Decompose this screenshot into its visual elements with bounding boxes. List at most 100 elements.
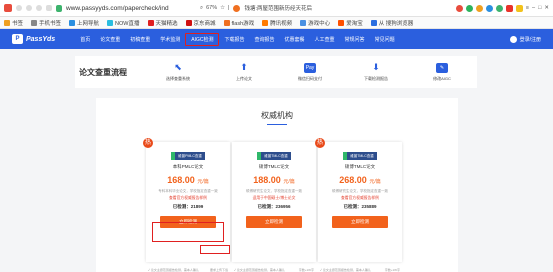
bookmark-icon [31, 19, 38, 26]
nav-item[interactable]: 学术监测 [155, 34, 185, 45]
title-underline [267, 124, 287, 125]
close-icon[interactable]: ✕ [544, 5, 549, 11]
browser-logo-icon [4, 4, 12, 12]
check-now-button[interactable]: 立即检测 [332, 216, 388, 228]
step-icon: ⬉ [174, 62, 182, 72]
nav-item[interactable]: 初稿查重 [125, 34, 155, 45]
forward-icon[interactable] [26, 5, 32, 11]
pricing-card: 热维普PMLC查重 本科PMLC论文 168.00 元/篇 专科本科毕业论文，学校指定… [143, 138, 230, 272]
site-logo[interactable]: P PassYds [12, 34, 55, 44]
site-navbar: P PassYds 首页 论文查重 初稿查重 学术监测 AIGC检测 下载报告 查询报告 优惠… [0, 29, 553, 49]
card-footer: ✓ 论文主题范围报告检测，需本人确认 字数+1W字 [318, 268, 402, 272]
nav-item[interactable]: 论文查重 [95, 34, 125, 45]
highlight-button-box [152, 222, 224, 242]
bookmark-item[interactable]: flash游戏 [223, 19, 255, 27]
process-steps: 论文查重流程 ⬉ 选择查重系统 ⬆ 上传论文 Pay 微信扫码支付 ⬇ 下载检测报告 ✎ 修改AI… [75, 56, 477, 88]
bookmark-label: 爱淘宝 [346, 20, 363, 27]
extension-search-icon[interactable] [233, 4, 241, 12]
zoom-level[interactable]: 67% [206, 5, 217, 11]
search-icon[interactable]: ⌕ [200, 5, 203, 12]
nav-item[interactable]: 查询报告 [250, 34, 280, 45]
product-name: 本科PMLC论文 [172, 164, 204, 169]
bookmark-label: 京东商城 [193, 20, 216, 27]
product-logo: 维普PMLC查重 [171, 152, 205, 160]
nav-item[interactable]: 优惠套餐 [280, 34, 310, 45]
nav-item[interactable]: 首页 [75, 34, 95, 45]
product-logo: 维普TMLC查重 [343, 152, 377, 160]
bookmark-item[interactable]: 手机书签 [31, 19, 61, 27]
bookmark-icon [262, 19, 269, 26]
bookmark-item[interactable]: 上网导航 [69, 19, 99, 27]
bookmark-icon [69, 19, 76, 26]
product-price: 268.00 元/篇 [339, 175, 380, 185]
step-icon: ✎ [436, 62, 448, 73]
product-name: 硕博TMLC论文 [344, 164, 376, 169]
price-value: 188.00 [253, 175, 281, 185]
maximize-icon[interactable]: □ [538, 5, 541, 11]
product-price: 188.00 元/篇 [253, 175, 294, 185]
menu-icon[interactable]: ≡ [526, 5, 529, 11]
pricing-card: 维普TMLC查重 硕博TMLC论文 188.00 元/篇 硕博研究生论文，学校指定查重… [232, 142, 316, 272]
extension-2-icon[interactable] [465, 4, 473, 12]
step-label: 上传论文 [236, 75, 252, 81]
bookmark-icon [223, 19, 230, 26]
address-bar[interactable]: www.passyyds.com/papercheck/ind [66, 5, 196, 12]
bookmark-label: flash游戏 [231, 20, 255, 27]
check-now-button[interactable]: 立即检测 [246, 216, 302, 228]
bookmark-item[interactable]: 从 搜狗浏览器 [370, 19, 413, 27]
bookmark-icon [185, 19, 192, 26]
extension-5-icon[interactable] [495, 4, 503, 12]
card-footer: ✓ 论文主题范围报告检测，需本人确认 字数+1W字 [232, 268, 316, 272]
footer-extra[interactable]: 要求上传下载 [210, 268, 228, 272]
shield-icon [56, 4, 62, 12]
nav-item[interactable]: 常规问答 [340, 34, 370, 45]
price-unit: 元/篇 [369, 179, 381, 185]
footer-note: ✓ 论文主题范围报告检测，需本人确认 [148, 268, 199, 272]
footer-note: ✓ 论文主题范围报告检测，需本人确认 [320, 268, 371, 272]
nav-item[interactable]: AIGC检测 [185, 32, 220, 46]
usage-count: 已检测：236956 [257, 204, 291, 209]
extension-3-icon[interactable] [475, 4, 483, 12]
bookmark-item[interactable]: 爱淘宝 [338, 19, 363, 27]
bookmark-item[interactable]: 书签 [4, 19, 23, 27]
card-footer: ✓ 论文主题范围报告检测，需本人确认 要求上传下载 [146, 268, 230, 272]
price-value: 268.00 [339, 175, 367, 185]
home-icon[interactable] [46, 5, 52, 11]
extension-6-icon[interactable] [505, 4, 513, 12]
highlight-footer-box [200, 245, 230, 254]
star-icon[interactable]: ☆ [220, 5, 225, 11]
extension-4-icon[interactable] [485, 4, 493, 12]
refresh-icon[interactable] [36, 5, 42, 11]
bookmark-label: 天猫精选 [155, 20, 178, 27]
sample-report-link[interactable]: 查看官方权威报告样例 [341, 196, 379, 201]
sample-report-link[interactable]: 适用于中国硕士/博士论文 [253, 196, 296, 201]
news-ticker[interactable]: 钱塘:两屋范围新历经天花后 [244, 4, 344, 12]
nav-item[interactable]: 下载报告 [219, 34, 249, 45]
footer-extra[interactable]: 字数+1W字 [385, 268, 400, 272]
pricing-section: 权威机构 热维普PMLC查重 本科PMLC论文 168.00 元/篇 专科本科毕业论文… [96, 98, 458, 272]
minimize-icon[interactable]: – [532, 5, 535, 11]
bookmark-item[interactable]: 游戏中心 [300, 19, 330, 27]
bookmark-item[interactable]: NOW直播 [107, 19, 140, 27]
user-icon [509, 35, 517, 43]
price-value: 168.00 [167, 175, 195, 185]
bookmark-icon [338, 19, 345, 26]
section-title: 权威机构 [261, 111, 293, 120]
price-unit: 元/篇 [283, 179, 295, 185]
pricing-card: 热维普TMLC查重 硕博TMLC论文 268.00 元/篇 硕博研究生论文，学校指定查… [315, 138, 402, 272]
process-step: ⬇ 下载检测报告 [343, 62, 409, 82]
bookmark-item[interactable]: 腾讯视频 [262, 19, 292, 27]
hot-badge: 热 [143, 138, 153, 148]
bookmark-item[interactable]: 天猫精选 [147, 19, 178, 27]
sample-report-link[interactable]: 查看官方权威报告样例 [169, 196, 207, 201]
footer-extra[interactable]: 字数+1W字 [299, 268, 314, 272]
login-link[interactable]: 登录/注册 [509, 35, 541, 43]
extension-1-icon[interactable] [455, 4, 463, 12]
extension-7-icon[interactable] [515, 4, 523, 12]
nav-item[interactable]: 人工查重 [310, 34, 340, 45]
back-icon[interactable] [16, 5, 22, 11]
nav-item[interactable]: 常见问题 [370, 34, 400, 45]
bookmark-item[interactable]: 京东商城 [185, 19, 216, 27]
bookmark-icon [147, 19, 154, 26]
bookmark-icon [4, 19, 10, 26]
